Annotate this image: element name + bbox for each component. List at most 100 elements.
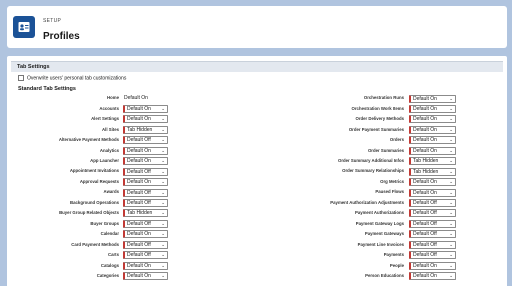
chevron-down-icon: ⌄ <box>449 231 453 237</box>
select-value: Default Off <box>127 137 151 144</box>
tab-visibility-select-card-payment-methods[interactable]: Default Off ⌄ <box>123 240 168 249</box>
select-value: Default On <box>413 273 437 280</box>
tab-label-categories: Categories <box>96 272 119 278</box>
select-value: Default On <box>413 95 437 102</box>
tab-label-carts: Carts <box>108 252 119 258</box>
select-value: Default On <box>127 105 151 112</box>
tab-visibility-select-background-operations[interactable]: Default Off ⌄ <box>123 199 168 207</box>
page-header: SETUP Profiles <box>7 6 507 48</box>
tab-settings-panel: Tab Settings Overwrite users' personal t… <box>7 56 507 286</box>
tab-visibility-select-all-sites[interactable]: Tab Hidden ⌄ <box>123 125 168 134</box>
select-value: Tab Hidden <box>127 126 153 133</box>
tab-visibility-select-paused-flows[interactable]: Default On ⌄ <box>409 188 456 197</box>
chevron-down-icon: ⌄ <box>161 137 165 143</box>
select-value: Tab Hidden <box>413 168 439 175</box>
select-value: Default On <box>127 231 151 238</box>
select-value: Default Off <box>127 200 151 206</box>
tab-visibility-select-analytics[interactable]: Default On ⌄ <box>123 146 168 155</box>
chevron-down-icon: ⌄ <box>449 220 453 226</box>
select-value: Default Off <box>413 231 437 238</box>
tab-visibility-select-awards[interactable]: Default Off ⌄ <box>123 188 168 197</box>
tab-visibility-select-order-summaries[interactable]: Default On ⌄ <box>409 146 456 155</box>
tab-visibility-select-order-summary-additional-infos[interactable]: Tab Hidden ⌄ <box>409 157 456 166</box>
tab-label-accounts: Accounts <box>99 105 119 111</box>
select-value: Default On <box>413 262 437 269</box>
tab-visibility-select-order-payment-summaries[interactable]: Default On ⌄ <box>409 125 456 134</box>
chevron-down-icon: ⌄ <box>449 189 453 195</box>
tab-visibility-select-people[interactable]: Default On ⌄ <box>409 261 456 270</box>
tab-visibility-select-orchestration-work-items[interactable]: Default On ⌄ <box>409 104 456 113</box>
chevron-down-icon: ⌄ <box>449 95 453 101</box>
select-value: Default On <box>413 137 437 144</box>
section-title: Tab Settings <box>17 63 50 70</box>
overwrite-checkbox[interactable] <box>18 75 24 81</box>
tab-visibility-select-org-metrics[interactable]: Default On ⌄ <box>409 178 456 187</box>
tab-visibility-select-payment-gateway-logs[interactable]: Default Off ⌄ <box>409 219 456 228</box>
chevron-down-icon: ⌄ <box>449 179 453 185</box>
tab-label-catalogs: Catalogs <box>100 262 119 268</box>
tab-label-paused-flows: Paused Flows <box>375 189 404 195</box>
select-value: Default On <box>127 158 151 165</box>
chevron-down-icon: ⌄ <box>161 220 165 226</box>
tab-visibility-select-order-delivery-methods[interactable]: Default On ⌄ <box>409 115 456 124</box>
tab-visibility-select-payments[interactable]: Default Off ⌄ <box>409 251 456 260</box>
tab-label-payment-line-invoices: Payment Line Invoices <box>357 241 404 247</box>
chevron-down-icon: ⌄ <box>449 158 453 164</box>
tab-visibility-select-calendar[interactable]: Default On ⌄ <box>123 230 168 239</box>
tab-label-alert-settings: Alert Settings <box>91 116 119 122</box>
tab-label-payment-authorization-adjustments: Payment Authorization Adjustments <box>330 199 404 205</box>
tab-visibility-select-carts[interactable]: Default Off ⌄ <box>123 251 168 260</box>
tab-label-app-launcher: App Launcher <box>90 158 119 163</box>
tab-visibility-select-payment-line-invoices[interactable]: Default Off ⌄ <box>409 240 456 249</box>
tab-label-order-summary-additional-infos: Order Summary Additional Infos <box>338 158 404 163</box>
chevron-down-icon: ⌄ <box>161 179 165 185</box>
tab-visibility-select-app-launcher[interactable]: Default On ⌄ <box>123 157 168 166</box>
tab-label-payment-authorizations: Payment Authorizations <box>354 210 404 216</box>
tab-label-appointment-invitations: Appointment Invitations <box>69 168 119 174</box>
tab-visibility-select-categories[interactable]: Default On ⌄ <box>123 272 168 281</box>
tab-visibility-select-buyer-groups[interactable]: Default Off ⌄ <box>123 219 168 228</box>
tab-visibility-select-approval-requests[interactable]: Default On ⌄ <box>123 178 168 187</box>
tab-visibility-select-payment-gateways[interactable]: Default Off ⌄ <box>409 230 456 239</box>
chevron-down-icon: ⌄ <box>161 262 165 268</box>
tab-visibility-select-person-educations[interactable]: Default On ⌄ <box>409 272 456 281</box>
chevron-down-icon: ⌄ <box>161 147 165 153</box>
tab-label-payments: Payments <box>383 252 404 258</box>
select-value: Default On <box>413 189 437 196</box>
tab-label-all-sites: All Sites <box>102 126 119 132</box>
select-value: Default Off <box>413 200 437 206</box>
tab-visibility-select-orchestration-runs[interactable]: Default On ⌄ <box>409 94 456 103</box>
tab-visibility-select-catalogs[interactable]: Default On ⌄ <box>123 261 168 270</box>
tab-visibility-select-alternative-payment-methods[interactable]: Default Off ⌄ <box>123 136 168 145</box>
select-value: Default Off <box>413 252 437 259</box>
select-value: Default Off <box>413 210 437 217</box>
overwrite-checkbox-row[interactable]: Overwrite users' personal tab customizat… <box>18 75 126 81</box>
tab-visibility-select-appointment-invitations[interactable]: Default Off ⌄ <box>123 167 168 176</box>
tab-visibility-select-orders[interactable]: Default On ⌄ <box>409 136 456 145</box>
tab-label-card-payment-methods: Card Payment Methods <box>71 241 119 247</box>
tab-visibility-select-order-summary-relationships[interactable]: Tab Hidden ⌄ <box>409 167 456 176</box>
tab-label-order-delivery-methods: Order Delivery Methods <box>355 116 404 122</box>
tab-label-order-summary-relationships: Order Summary Relationships <box>342 168 404 174</box>
chevron-down-icon: ⌄ <box>161 200 165 205</box>
select-value: Default On <box>413 116 437 123</box>
chevron-down-icon: ⌄ <box>161 241 165 247</box>
select-value: Default On <box>127 179 151 186</box>
tab-label-payment-gateway-logs: Payment Gateway Logs <box>355 220 404 226</box>
tab-label-orchestration-work-items: Orchestration Work Items <box>351 105 404 111</box>
standard-tab-settings-title: Standard Tab Settings <box>18 86 76 92</box>
tab-label-calendar: Calendar <box>100 231 119 237</box>
tab-visibility-select-payment-authorizations[interactable]: Default Off ⌄ <box>409 209 456 218</box>
tab-label-analytics: Analytics <box>99 147 119 153</box>
tab-visibility-select-accounts[interactable]: Default On ⌄ <box>123 104 168 113</box>
tab-label-orders: Orders <box>389 137 404 143</box>
chevron-down-icon: ⌄ <box>161 189 165 195</box>
tab-visibility-select-alert-settings[interactable]: Default On ⌄ <box>123 115 168 124</box>
tab-visibility-select-payment-authorization-adjustments[interactable]: Default Off ⌄ <box>409 199 456 207</box>
tab-value-home: Default On <box>124 95 148 101</box>
select-value: Default Off <box>413 220 437 227</box>
tab-visibility-select-buyer-group-related-objects[interactable]: Tab Hidden ⌄ <box>123 209 168 218</box>
page-title: Profiles <box>43 31 80 42</box>
tab-label-home: Home <box>107 95 119 101</box>
chevron-down-icon: ⌄ <box>449 252 453 258</box>
